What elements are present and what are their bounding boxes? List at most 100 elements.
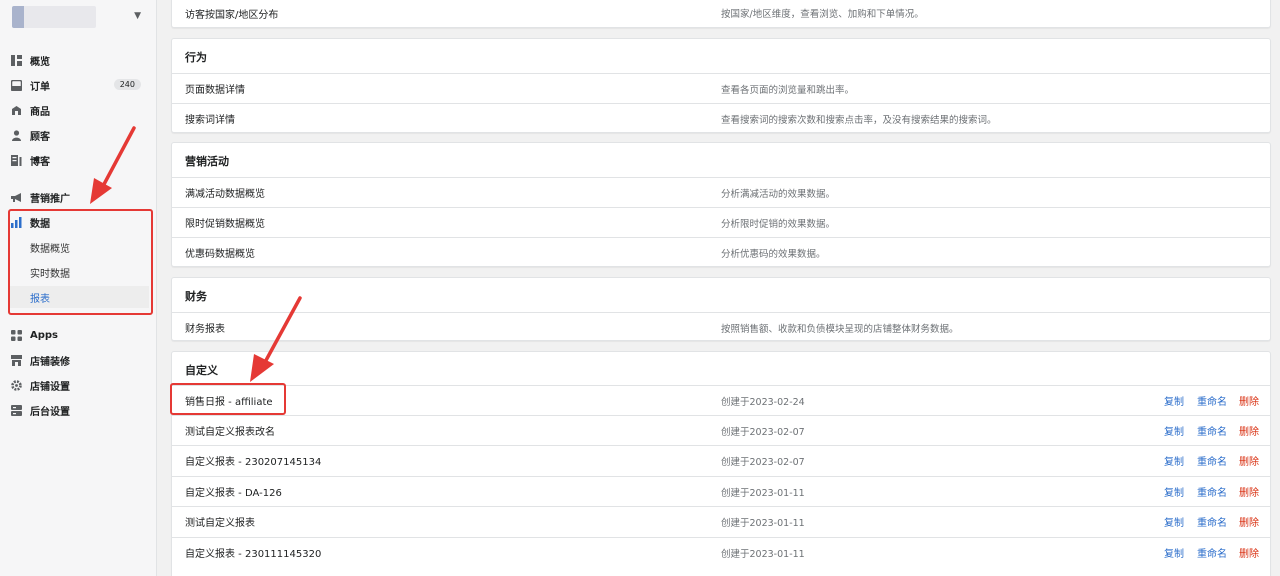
marketing-campaign-card: 营销活动 满减活动数据概览 分析满减活动的效果数据。 限时促销数据概览 分析限时… [171,142,1271,267]
sidebar-item-marketing[interactable]: 营销推广 [10,187,147,207]
custom-report-row[interactable]: 测试自定义报表 创建于2023-01-11 复制 重命名 删除 [172,506,1270,536]
sidebar-item-label: Apps [30,329,59,341]
report-created-date: 创建于2023-01-11 [721,517,805,529]
report-created-date: 创建于2023-01-11 [721,487,805,499]
marketing-icon [10,191,22,203]
sidebar-item-label: 营销推广 [30,193,70,205]
report-row[interactable]: 页面数据详情 查看各页面的浏览量和跳出率。 [172,73,1270,103]
sidebar-item-label: 顾客 [30,131,50,143]
report-name[interactable]: 满减活动数据概览 [185,185,265,200]
behavior-card: 行为 页面数据详情 查看各页面的浏览量和跳出率。 搜索词详情 查看搜索词的搜索次… [171,38,1271,133]
report-description: 查看各页面的浏览量和跳出率。 [721,84,855,96]
sidebar-subitem-data-overview[interactable]: 数据概览 [10,236,149,258]
overview-icon [10,54,22,66]
rename-button[interactable]: 重命名 [1197,484,1227,499]
sidebar-subitem-reports[interactable]: 报表 [10,286,149,308]
delete-button[interactable]: 删除 [1239,545,1259,560]
store-switcher[interactable]: ▼ [12,6,147,30]
section-title: 营销活动 [185,155,229,168]
report-description: 分析限时促销的效果数据。 [721,218,836,230]
copy-button[interactable]: 复制 [1164,423,1184,438]
report-row[interactable]: 财务报表 按照销售额、收款和负债模块呈现的店铺整体财务数据。 [172,312,1270,340]
report-name[interactable]: 销售日报 - affiliate [185,393,273,408]
custom-report-row[interactable]: 测试自定义报表改名 创建于2023-02-07 复制 重命名 删除 [172,415,1270,445]
sidebar-item-label: 订单 [30,81,50,93]
report-name[interactable]: 搜索词详情 [185,111,235,126]
report-description: 查看搜索词的搜索次数和搜索点击率，及没有搜索结果的搜索词。 [721,114,997,126]
sidebar-item-blog[interactable]: 博客 [10,150,147,170]
sidebar-item-admin-settings[interactable]: 后台设置 [10,400,147,420]
report-row[interactable]: 搜索词详情 查看搜索词的搜索次数和搜索点击率，及没有搜索结果的搜索词。 [172,103,1270,132]
admin-settings-icon [10,404,22,416]
report-description: 分析满减活动的效果数据。 [721,188,836,200]
sidebar-item-analytics[interactable]: 数据 [10,212,147,232]
sidebar-item-overview[interactable]: 概览 [10,50,147,70]
rename-button[interactable]: 重命名 [1197,423,1227,438]
sidebar-item-label: 数据 [30,218,50,230]
delete-button[interactable]: 删除 [1239,393,1259,408]
custom-report-row[interactable]: 自定义报表 - 230111145320 创建于2023-01-11 复制 重命… [172,537,1270,567]
report-description: 按国家/地区维度，查看浏览、加购和下单情况。 [721,9,924,20]
copy-button[interactable]: 复制 [1164,514,1184,529]
custom-report-row[interactable]: 自定义报表 - DA-126 创建于2023-01-11 复制 重命名 删除 [172,476,1270,506]
sidebar-item-label: 后台设置 [30,406,70,418]
sidebar-item-store-settings[interactable]: 店铺设置 [10,375,147,395]
rename-button[interactable]: 重命名 [1197,545,1227,560]
blog-icon [10,154,22,166]
sidebar-item-label: 概览 [30,56,50,68]
report-name[interactable]: 优惠码数据概览 [185,245,255,260]
report-description: 分析优惠码的效果数据。 [721,248,826,260]
report-name[interactable]: 测试自定义报表改名 [185,423,275,438]
section-title: 行为 [185,51,207,64]
report-name[interactable]: 自定义报表 - DA-126 [185,484,282,499]
sidebar-item-apps[interactable]: Apps [10,325,147,345]
report-name[interactable]: 访客按国家/地区分布 [185,6,278,21]
report-row[interactable]: 访客按国家/地区分布 按国家/地区维度，查看浏览、加购和下单情况。 [172,0,1270,27]
delete-button[interactable]: 删除 [1239,423,1259,438]
report-name[interactable]: 限时促销数据概览 [185,215,265,230]
report-created-date: 创建于2023-02-07 [721,426,805,438]
report-name[interactable]: 页面数据详情 [185,81,245,96]
report-created-date: 创建于2023-02-07 [721,456,805,468]
sidebar-item-label: 商品 [30,106,50,118]
sidebar-item-label: 博客 [30,156,50,168]
apps-icon [10,329,22,341]
section-title: 财务 [185,290,207,303]
delete-button[interactable]: 删除 [1239,484,1259,499]
copy-button[interactable]: 复制 [1164,393,1184,408]
copy-button[interactable]: 复制 [1164,484,1184,499]
sidebar-item-store-design[interactable]: 店铺装修 [10,350,147,370]
rename-button[interactable]: 重命名 [1197,453,1227,468]
delete-button[interactable]: 删除 [1239,453,1259,468]
sidebar-subitem-realtime[interactable]: 实时数据 [10,261,149,283]
orders-count-badge: 240 [113,79,141,90]
chevron-down-icon: ▼ [134,11,141,21]
analytics-icon [10,216,22,228]
report-name[interactable]: 自定义报表 - 230207145134 [185,453,321,468]
finance-card: 财务 财务报表 按照销售额、收款和负债模块呈现的店铺整体财务数据。 [171,277,1271,341]
orders-icon [10,79,22,91]
report-description: 按照销售额、收款和负债模块呈现的店铺整体财务数据。 [721,323,959,335]
rename-button[interactable]: 重命名 [1197,514,1227,529]
report-row[interactable]: 限时促销数据概览 分析限时促销的效果数据。 [172,207,1270,237]
copy-button[interactable]: 复制 [1164,545,1184,560]
rename-button[interactable]: 重命名 [1197,393,1227,408]
store-design-icon [10,354,22,366]
custom-report-row[interactable]: 销售日报 - affiliate 创建于2023-02-24 复制 重命名 删除 [172,385,1270,415]
traffic-card: 访客按国家/地区分布 按国家/地区维度，查看浏览、加购和下单情况。 [171,0,1271,28]
sidebar-item-products[interactable]: 商品 [10,100,147,120]
report-name[interactable]: 自定义报表 - 230111145320 [185,545,321,560]
sidebar-item-orders[interactable]: 订单 240 [10,75,147,95]
sidebar-item-customers[interactable]: 顾客 [10,125,147,145]
report-row[interactable]: 满减活动数据概览 分析满减活动的效果数据。 [172,177,1270,207]
report-row[interactable]: 优惠码数据概览 分析优惠码的效果数据。 [172,237,1270,266]
report-name[interactable]: 财务报表 [185,320,225,335]
delete-button[interactable]: 删除 [1239,514,1259,529]
copy-button[interactable]: 复制 [1164,453,1184,468]
report-created-date: 创建于2023-01-11 [721,548,805,560]
custom-report-row[interactable]: 自定义报表 - 230207145134 创建于2023-02-07 复制 重命… [172,445,1270,475]
report-name[interactable]: 测试自定义报表 [185,514,255,529]
section-title: 自定义 [185,364,218,377]
sidebar-item-label: 店铺装修 [30,356,70,368]
products-icon [10,104,22,116]
